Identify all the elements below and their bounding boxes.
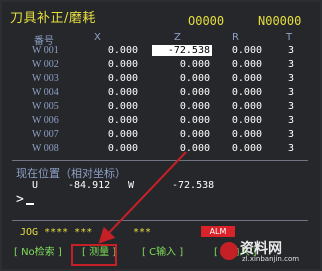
row-id: W 008: [32, 143, 59, 154]
cell-t[interactable]: 3: [284, 73, 294, 84]
sequence-number: N00000: [258, 14, 302, 28]
table-row[interactable]: W 006 0.000 0.000 0.000 3: [2, 115, 320, 129]
cell-t[interactable]: 3: [284, 143, 294, 154]
cell-r[interactable]: 0.000: [220, 45, 262, 56]
cell-x[interactable]: 0.000: [94, 115, 138, 126]
divider: [12, 160, 308, 161]
cell-z[interactable]: 0.000: [152, 73, 210, 84]
cell-t[interactable]: 3: [284, 101, 294, 112]
row-id: W 001: [32, 45, 59, 56]
row-id: W 004: [32, 87, 59, 98]
watermark-url: zl.xinbanjin.com: [242, 255, 300, 263]
cell-r[interactable]: 0.000: [220, 73, 262, 84]
cell-z[interactable]: 0.000: [152, 143, 210, 154]
cell-t[interactable]: 3: [284, 115, 294, 126]
relative-position-title: 现在位置（相对坐标）: [16, 167, 126, 180]
row-id: W 007: [32, 129, 59, 140]
cell-r[interactable]: 0.000: [220, 143, 262, 154]
table-row[interactable]: W 001 0.000 -72.538 0.000 3: [2, 45, 320, 59]
mode-status-extra: ***: [133, 227, 152, 238]
w-axis-value: -72.538: [172, 180, 215, 191]
cell-x[interactable]: 0.000: [94, 59, 138, 70]
cell-x[interactable]: 0.000: [94, 129, 138, 140]
table-row[interactable]: W 007 0.000 0.000 0.000 3: [2, 129, 320, 143]
cell-t[interactable]: 3: [284, 59, 294, 70]
cell-x[interactable]: 0.000: [94, 143, 138, 154]
cell-z-selected[interactable]: -72.538: [152, 45, 212, 56]
w-axis-label: W: [128, 180, 135, 191]
cell-x[interactable]: 0.000: [94, 45, 138, 56]
input-prompt[interactable]: >: [16, 192, 24, 207]
cnc-screen: 刀具补正/磨耗 O0000 N00000 番号 X Z R T W 001 0.…: [2, 2, 320, 269]
cell-t[interactable]: 3: [284, 87, 294, 98]
table-row[interactable]: W 005 0.000 0.000 0.000 3: [2, 101, 320, 115]
table-row[interactable]: W 004 0.000 0.000 0.000 3: [2, 87, 320, 101]
table-row[interactable]: W 008 0.000 0.000 0.000 3: [2, 143, 320, 157]
alarm-badge: ALM: [201, 226, 235, 237]
table-row[interactable]: W 003 0.000 0.000 0.000 3: [2, 73, 320, 87]
col-header-z: Z: [174, 32, 181, 43]
measure-highlight-box: [71, 244, 117, 266]
divider: [12, 220, 308, 221]
page-title: 刀具补正/磨耗: [10, 11, 96, 26]
row-id: W 003: [32, 73, 59, 84]
cell-r[interactable]: 0.000: [220, 87, 262, 98]
col-header-t: T: [286, 32, 293, 43]
u-axis-label: U: [32, 180, 39, 191]
program-number: O0000: [188, 14, 225, 28]
cell-t[interactable]: 3: [284, 45, 294, 56]
cell-z[interactable]: 0.000: [152, 129, 210, 140]
table-header: 番号 X Z R T: [2, 32, 320, 47]
cell-z[interactable]: 0.000: [152, 87, 210, 98]
softkey-c-input[interactable]: [ C输入 ]: [142, 243, 183, 258]
col-header-r: R: [232, 32, 239, 43]
row-id: W 005: [32, 101, 59, 112]
cell-r[interactable]: 0.000: [220, 59, 262, 70]
cell-r[interactable]: 0.000: [220, 101, 262, 112]
cell-x[interactable]: 0.000: [94, 101, 138, 112]
row-id: W 006: [32, 115, 59, 126]
u-axis-value: -84.912: [68, 180, 111, 191]
watermark-logo-icon: [220, 242, 238, 260]
row-id: W 002: [32, 59, 59, 70]
cell-r[interactable]: 0.000: [220, 115, 262, 126]
cell-x[interactable]: 0.000: [94, 73, 138, 84]
cell-z[interactable]: 0.000: [152, 101, 210, 112]
input-cursor: [26, 203, 34, 205]
table-row[interactable]: W 002 0.000 0.000 0.000 3: [2, 59, 320, 73]
cell-z[interactable]: 0.000: [152, 59, 210, 70]
softkey-number-search[interactable]: [ No检索 ]: [14, 243, 62, 258]
mode-status: JOG **** ***: [20, 227, 93, 238]
cell-x[interactable]: 0.000: [94, 87, 138, 98]
cell-t[interactable]: 3: [284, 129, 294, 140]
cell-r[interactable]: 0.000: [220, 129, 262, 140]
col-header-x: X: [94, 32, 101, 43]
cell-z[interactable]: 0.000: [152, 115, 210, 126]
